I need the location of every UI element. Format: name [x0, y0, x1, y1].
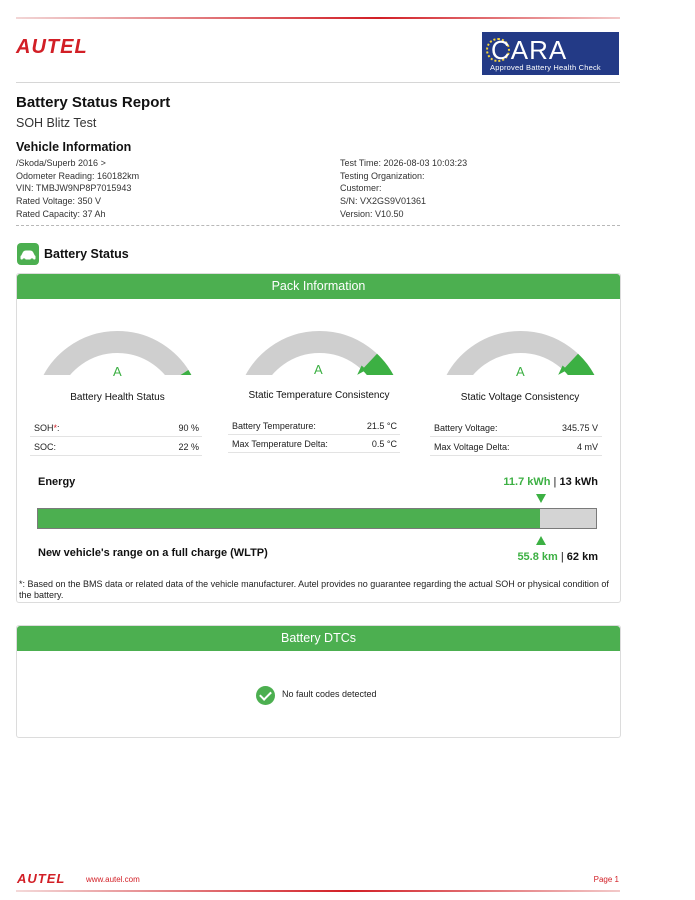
energy-label: Energy	[38, 476, 76, 488]
range-total: 62 km	[566, 551, 598, 563]
battery-health-label: Battery Health Status	[70, 392, 165, 403]
soh-footnote: *: Based on the BMS data or related data…	[19, 579, 609, 600]
battery-health-grade: A	[113, 364, 122, 379]
energy-bar-fill	[38, 509, 541, 528]
software-version: Version: V10.50	[340, 208, 404, 219]
check-icon	[256, 686, 275, 705]
temperature-consistency-label: Static Temperature Consistency	[248, 390, 390, 401]
testing-organization: Testing Organization:	[340, 170, 425, 181]
battery-voltage-value: 345.75 V	[561, 423, 598, 433]
report-subtitle: SOH Blitz Test	[16, 116, 97, 130]
voltage-consistency-gauge-fill	[562, 353, 595, 375]
temperature-consistency-gauge-fill	[361, 353, 394, 375]
soc-key: SOC:	[34, 442, 57, 452]
max-voltage-delta-value: 4 mV	[576, 442, 598, 452]
energy-current: 11.7 kWh	[503, 476, 551, 488]
battery-temperature-key: Battery Temperature:	[232, 421, 316, 431]
vehicle-info-right: Test Time: 2026-08-03 10:03:23 Testing O…	[340, 157, 620, 221]
energy-marker-icon	[536, 494, 546, 503]
battery-status-heading: Battery Status	[44, 247, 129, 261]
footer-url[interactable]: www.autel.com	[86, 875, 140, 884]
battery-temperature-value: 21.5 °C	[366, 421, 397, 431]
metric-divider	[430, 436, 602, 437]
voltage-consistency-label: Static Voltage Consistency	[460, 392, 580, 403]
vehicle-info-left: /Skoda/Superb 2016 > Odometer Reading: 1…	[16, 157, 316, 221]
voltage-consistency-grade: A	[516, 364, 525, 379]
cara-word: CARA	[491, 35, 568, 65]
rated-voltage: Rated Voltage: 350 V	[16, 196, 102, 207]
customer: Customer:	[340, 183, 382, 194]
max-temperature-delta-value: 0.5 °C	[371, 439, 397, 449]
serial-number: S/N: VX2GS9V01361	[340, 196, 427, 207]
range-current: 55.8 km	[517, 551, 558, 563]
vehicle-model: /Skoda/Superb 2016 >	[16, 158, 106, 168]
metric-divider	[228, 452, 400, 453]
temperature-consistency-grade: A	[314, 362, 323, 377]
header-rule	[16, 17, 620, 19]
vehicle-info-heading: Vehicle Information	[16, 140, 132, 154]
battery-dtcs-card: Battery DTCs	[16, 625, 621, 738]
autel-logo: AUTEL	[16, 36, 88, 58]
no-fault-message: No fault codes detected	[282, 689, 377, 699]
pack-information-header: Pack Information	[17, 274, 620, 299]
soc-value: 22 %	[178, 442, 199, 452]
max-voltage-delta-key: Max Voltage Delta:	[434, 442, 510, 452]
soh-key: SOH*:	[34, 423, 60, 433]
page-number: Page 1	[593, 875, 619, 884]
metric-divider	[228, 434, 400, 435]
footer-rule	[16, 890, 620, 892]
soh-value: 90 %	[178, 423, 199, 433]
battery-voltage-key: Battery Voltage:	[434, 423, 498, 433]
energy-bar	[37, 508, 597, 529]
cara-badge: CARA Approved Battery Health Check	[482, 32, 619, 75]
header-divider	[16, 82, 620, 83]
metric-divider	[430, 455, 602, 456]
rated-capacity: Rated Capacity: 37 Ah	[16, 208, 106, 219]
metric-divider	[30, 455, 202, 456]
battery-dtcs-header: Battery DTCs	[17, 626, 620, 651]
odometer-reading: Odometer Reading: 160182km	[16, 170, 140, 181]
report-title: Battery Status Report	[16, 94, 171, 111]
metric-divider	[30, 436, 202, 437]
info-divider	[16, 225, 620, 226]
battery-car-icon	[17, 243, 39, 265]
vin: VIN: TMBJW9NP8P7015943	[16, 183, 132, 194]
cara-tagline: Approved Battery Health Check	[490, 63, 601, 72]
range-marker-icon	[536, 536, 546, 545]
test-time: Test Time: 2026-08-03 10:03:23	[340, 158, 468, 168]
range-label: New vehicle's range on a full charge (WL…	[38, 547, 268, 559]
max-temperature-delta-key: Max Temperature Delta:	[232, 439, 328, 449]
footer-autel-logo: AUTEL	[17, 871, 66, 886]
range-separator: |	[557, 551, 567, 563]
range-readout: 55.8 km | 62 km	[398, 551, 598, 563]
energy-total: 13 kWh	[559, 476, 598, 488]
energy-readout: 11.7 kWh | 13 kWh	[398, 476, 598, 488]
